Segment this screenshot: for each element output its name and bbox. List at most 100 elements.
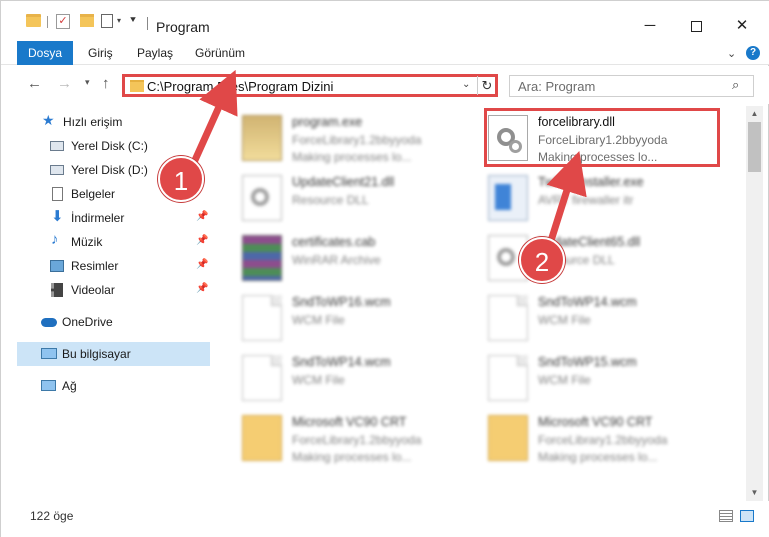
help-icon[interactable]: ?: [746, 46, 760, 60]
file-item[interactable]: SndToWP15.wcm WCM File: [482, 349, 722, 407]
folder-icon[interactable]: [26, 14, 41, 27]
recent-locations-button[interactable]: ▾: [85, 77, 90, 88]
file-item[interactable]: UpdateClient21.dll Resource DLL: [236, 169, 476, 227]
file-detail: Making processes lo...: [538, 450, 658, 464]
network-icon: [41, 380, 56, 391]
pin-icon[interactable]: 📌: [196, 259, 208, 270]
sidebar-item-label: Müzik: [71, 235, 103, 249]
minimize-button[interactable]: ─: [627, 11, 673, 41]
gear-icon: [251, 188, 269, 206]
file-item[interactable]: SndToWP16.wcm WCM File: [236, 289, 476, 347]
videos-icon: [51, 283, 63, 297]
address-path[interactable]: C:\Program Files\Program Dizini: [147, 79, 333, 94]
gear-icon: [497, 248, 515, 266]
download-icon: ⬇: [51, 208, 64, 225]
expand-ribbon-icon[interactable]: ⌄: [727, 47, 736, 60]
sidebar-item-onedrive[interactable]: OneDrive: [17, 310, 210, 334]
new-folder-icon[interactable]: [80, 14, 94, 27]
file-name: Twinuninstaller.exe: [538, 175, 644, 189]
sidebar-item-videos[interactable]: Videolar 📌: [17, 278, 210, 302]
file-item[interactable]: certificates.cab WinRAR Archive: [236, 229, 476, 287]
explorer-window: ✓ ▾ ⯆ Program ─ ✕ Dosya Giriş Paylaş Gör…: [0, 0, 769, 537]
sidebar-item-downloads[interactable]: ⬇ İndirmeler 📌: [17, 206, 210, 230]
search-box[interactable]: ⌕: [509, 75, 754, 97]
search-icon[interactable]: ⌕: [732, 77, 739, 93]
file-name: SndToWP14.wcm: [292, 355, 391, 369]
dll-icon: [242, 175, 282, 221]
tab-home[interactable]: Giriş: [88, 41, 113, 65]
scroll-up-icon[interactable]: ▲: [746, 106, 763, 122]
search-input[interactable]: [510, 76, 730, 96]
item-count: 122 öge: [30, 509, 74, 523]
file-item[interactable]: UpdateClient65.dll Resource DLL: [482, 229, 722, 287]
address-bar[interactable]: C:\Program Files\Program Dizini ⌄ ↻: [122, 74, 498, 97]
sidebar-item-label: Hızlı erişim: [63, 115, 123, 129]
file-highlight-box: [484, 108, 720, 167]
file-detail: WCM File: [538, 313, 591, 327]
large-icons-view-icon[interactable]: [740, 510, 754, 522]
sidebar-item-label: Yerel Disk (D:): [71, 163, 148, 177]
back-button[interactable]: ←: [27, 75, 42, 92]
file-detail: WinRAR Archive: [292, 253, 381, 267]
pictures-icon: [50, 260, 64, 272]
documents-icon: [52, 187, 63, 201]
tab-view[interactable]: Görünüm: [195, 41, 245, 65]
properties-caret-icon[interactable]: ▾: [117, 16, 121, 34]
title-bar: ✓ ▾ ⯆ Program ─ ✕: [1, 1, 769, 41]
address-dropdown-icon[interactable]: ⌄: [462, 79, 470, 90]
maximize-icon: [690, 20, 702, 32]
pin-icon[interactable]: 📌: [196, 283, 208, 294]
pin-icon[interactable]: 📌: [196, 235, 208, 246]
music-icon: ♪: [51, 231, 59, 248]
star-icon: ★: [42, 112, 55, 128]
sidebar-item-music[interactable]: ♪ Müzik 📌: [17, 230, 210, 254]
document-icon: [488, 355, 528, 401]
properties-icon[interactable]: [101, 14, 113, 28]
maximize-button[interactable]: [673, 11, 719, 41]
sidebar-item-quick-access[interactable]: ★ Hızlı erişim: [17, 110, 210, 134]
sidebar-item-label: Videolar: [71, 283, 115, 297]
file-item[interactable]: Twinuninstaller.exe AVRT firewaller itr: [482, 169, 722, 227]
sidebar-item-network[interactable]: Ağ: [17, 374, 210, 398]
pin-icon[interactable]: 📌: [196, 211, 208, 222]
file-name: Microsoft VC90 CRT: [538, 415, 653, 429]
drive-icon: [50, 165, 64, 175]
document-icon: [488, 295, 528, 341]
file-item[interactable]: program.exe ForceLibrary1.2bbyyoda Makin…: [236, 109, 476, 167]
step-1-badge: 1: [158, 156, 204, 202]
forward-button[interactable]: →: [57, 75, 72, 92]
properties-check-icon[interactable]: ✓: [56, 14, 70, 29]
quick-access-divider: [47, 16, 48, 28]
window-title: Program: [156, 19, 210, 35]
tab-share[interactable]: Paylaş: [137, 41, 173, 65]
file-detail: WCM File: [538, 373, 591, 387]
refresh-button[interactable]: ↻: [477, 76, 496, 95]
vertical-scrollbar[interactable]: ▲ ▼: [746, 106, 763, 501]
customize-toolbar-icon[interactable]: ⯆: [129, 15, 137, 33]
file-item[interactable]: SndToWP14.wcm WCM File: [482, 289, 722, 347]
scrollbar-thumb[interactable]: [748, 122, 761, 172]
file-name: UpdateClient21.dll: [292, 175, 395, 189]
sidebar-item-this-pc[interactable]: Bu bilgisayar: [17, 342, 210, 366]
sidebar-item-label: Bu bilgisayar: [62, 347, 131, 361]
sidebar-item-label: Belgeler: [71, 187, 116, 201]
file-item[interactable]: SndToWP14.wcm WCM File: [236, 349, 476, 407]
scroll-down-icon[interactable]: ▼: [746, 485, 763, 501]
exe-icon: [242, 115, 282, 161]
file-detail: Making processes lo...: [292, 450, 412, 464]
sidebar-item-label: OneDrive: [62, 315, 113, 329]
tab-file[interactable]: Dosya: [17, 41, 73, 65]
sidebar-item-label: Resimler: [71, 259, 119, 273]
file-item[interactable]: Microsoft VC90 CRT ForceLibrary1.2bbyyod…: [482, 409, 722, 467]
title-divider: [147, 17, 148, 30]
folder-icon: [130, 80, 144, 92]
file-item[interactable]: Microsoft VC90 CRT ForceLibrary1.2bbyyod…: [236, 409, 476, 467]
sidebar-item-label: İndirmeler: [71, 211, 125, 225]
up-button[interactable]: ↑: [102, 75, 110, 92]
file-detail: ForceLibrary1.2bbyyoda: [538, 433, 668, 447]
sidebar-item-local-disk-c[interactable]: Yerel Disk (C:): [17, 134, 210, 158]
sidebar-item-label: Yerel Disk (C:): [71, 139, 148, 153]
close-button[interactable]: ✕: [719, 11, 765, 41]
details-view-icon[interactable]: [719, 510, 733, 522]
sidebar-item-pictures[interactable]: Resimler 📌: [17, 254, 210, 278]
